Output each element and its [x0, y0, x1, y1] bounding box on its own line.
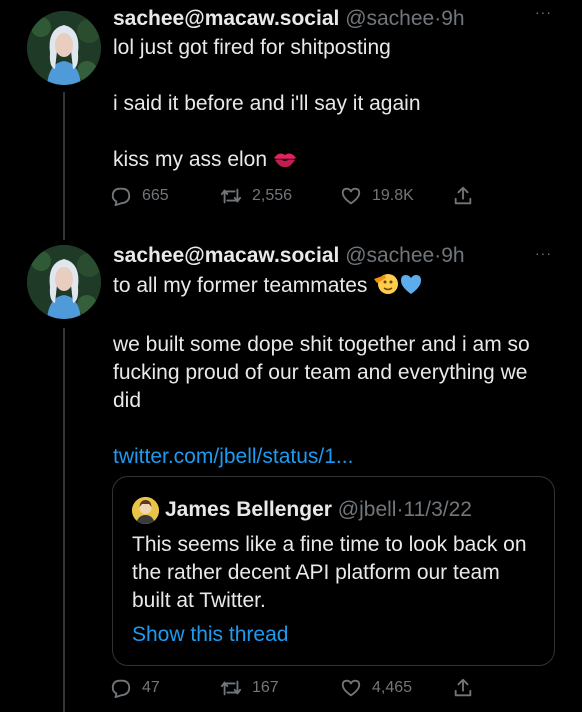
- share-button[interactable]: [452, 185, 484, 207]
- avatar[interactable]: [27, 245, 101, 319]
- tweet-text: lol just got fired for shitposting i sai…: [113, 34, 560, 177]
- display-name[interactable]: sachee@macaw.social: [113, 7, 339, 30]
- quoted-header: James Bellenger @jbell·11/3/22: [165, 497, 472, 523]
- retweet-button[interactable]: 2,556: [220, 185, 292, 207]
- tweet-header: sachee@macaw.social @sachee·9h: [113, 6, 560, 32]
- tweet-text: to all my former teammates we built some…: [113, 271, 560, 471]
- retweet-icon: [220, 188, 242, 204]
- quoted-avatar: [132, 497, 159, 524]
- reply-count: 47: [142, 679, 160, 696]
- reply-icon: [111, 187, 131, 207]
- user-handle[interactable]: @sachee: [345, 7, 434, 30]
- quoted-date: 11/3/22: [403, 498, 472, 521]
- tweet-line: kiss my ass elon: [113, 148, 268, 171]
- timestamp[interactable]: 9h: [441, 244, 464, 267]
- quoted-text: This seems like a fine time to look back…: [132, 533, 527, 612]
- tweet[interactable]: ··· sachee@macaw.social @sachee·9h lol j…: [0, 0, 582, 236]
- share-button[interactable]: [452, 677, 484, 699]
- tweet-line: lol just got fired for shitposting: [113, 36, 391, 59]
- tweet-line: we built some dope shit together and i a…: [113, 333, 530, 412]
- reply-button[interactable]: 665: [110, 185, 169, 207]
- blue-heart-emoji-icon: [399, 273, 423, 303]
- tweet-line: i said it before and i'll say it again: [113, 92, 421, 115]
- like-count: 19.8K: [372, 187, 414, 204]
- kiss-mark-emoji-icon: [273, 149, 297, 177]
- tweet-content: sachee@macaw.social @sachee·9h lol just …: [113, 6, 560, 177]
- retweet-button[interactable]: 167: [220, 677, 279, 699]
- heart-icon: [341, 679, 361, 697]
- retweet-count: 2,556: [252, 187, 293, 204]
- reply-button[interactable]: 47: [110, 677, 160, 699]
- tweet-actions: 47 167 4,465: [110, 677, 490, 703]
- retweet-count: 167: [252, 679, 279, 696]
- show-thread-link[interactable]: Show this thread: [132, 621, 288, 649]
- tweet[interactable]: ··· sachee@macaw.social @sachee·9h to al…: [0, 236, 582, 712]
- quoted-tweet-card[interactable]: James Bellenger @jbell·11/3/22 This seem…: [112, 476, 555, 666]
- share-icon: [454, 186, 472, 205]
- retweet-icon: [220, 680, 242, 696]
- reply-icon: [111, 679, 131, 699]
- reply-count: 665: [142, 187, 169, 204]
- user-handle[interactable]: @sachee: [345, 244, 434, 267]
- tweet-actions: 665 2,556 19.8K: [110, 185, 490, 211]
- like-button[interactable]: 4,465: [340, 677, 412, 699]
- tweet-content: sachee@macaw.social @sachee·9h to all my…: [113, 243, 560, 471]
- heart-icon: [341, 187, 361, 205]
- tweet-line: to all my former teammates: [113, 274, 368, 297]
- like-button[interactable]: 19.8K: [340, 185, 414, 207]
- share-icon: [454, 678, 472, 697]
- avatar[interactable]: [27, 11, 101, 85]
- tweet-header: sachee@macaw.social @sachee·9h: [113, 243, 560, 269]
- quoted-display-name: James Bellenger: [165, 498, 332, 521]
- tweet-link[interactable]: twitter.com/jbell/status/1...: [113, 443, 560, 471]
- timestamp[interactable]: 9h: [441, 7, 464, 30]
- quoted-handle: @jbell: [337, 498, 397, 521]
- like-count: 4,465: [372, 679, 413, 696]
- saluting-face-emoji-icon: [373, 271, 399, 303]
- display-name[interactable]: sachee@macaw.social: [113, 244, 339, 267]
